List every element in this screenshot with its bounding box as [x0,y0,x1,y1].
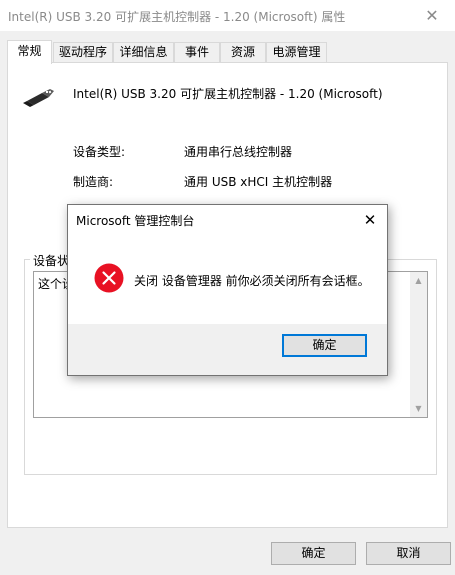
usb-plug-icon [23,89,54,107]
device-status-label: 设备状 [30,252,73,269]
ok-button[interactable]: 确定 [271,542,356,565]
device-name: Intel(R) USB 3.20 可扩展主机控制器 - 1.20 (Micro… [73,87,383,101]
tab-details[interactable]: 详细信息 [113,42,174,63]
tab-resources[interactable]: 资源 [220,42,266,63]
tab-events[interactable]: 事件 [174,42,220,63]
status-scrollbar[interactable]: ▲ ▼ [410,272,427,417]
manufacturer-value: 通用 USB xHCI 主机控制器 [184,175,333,189]
tab-power-management[interactable]: 电源管理 [266,42,327,63]
device-type-value: 通用串行总线控制器 [184,145,293,159]
title-bar: Intel(R) USB 3.20 可扩展主机控制器 - 1.20 (Micro… [0,0,455,31]
scroll-up-icon[interactable]: ▲ [410,272,427,289]
window-close-button[interactable]: ✕ [409,0,455,31]
dialog-footer: 确定 [68,324,387,375]
tab-driver[interactable]: 驱动程序 [53,42,113,63]
dialog-ok-button[interactable]: 确定 [282,334,367,357]
error-icon [94,263,124,293]
device-type-label: 设备类型: [73,145,126,159]
mmc-error-dialog: Microsoft 管理控制台 ✕ 关闭 设备管理器 前你必须关闭所有会话框。 … [67,204,388,376]
cancel-button[interactable]: 取消 [366,542,451,565]
dialog-title: Microsoft 管理控制台 [76,214,195,228]
scroll-down-icon[interactable]: ▼ [410,400,427,417]
window-title: Intel(R) USB 3.20 可扩展主机控制器 - 1.20 (Micro… [8,10,346,24]
dialog-close-button[interactable]: ✕ [353,205,387,234]
tab-general[interactable]: 常规 [7,40,52,64]
dialog-message: 关闭 设备管理器 前你必须关闭所有会话框。 [134,274,370,288]
manufacturer-label: 制造商: [73,175,114,189]
